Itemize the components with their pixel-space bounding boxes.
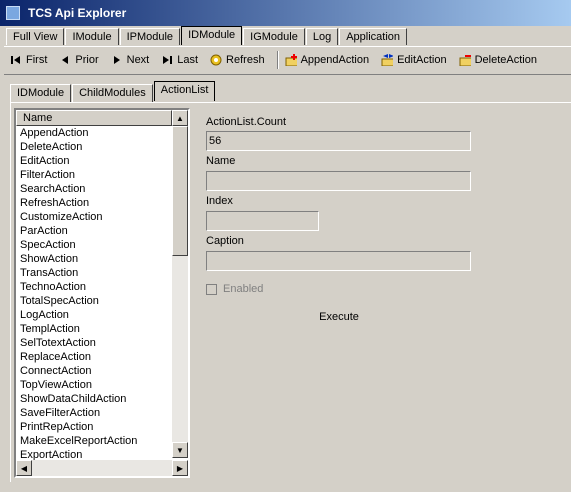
delete-folder-icon (459, 54, 471, 66)
first-button[interactable]: First (10, 54, 47, 66)
edit-folder-icon (381, 54, 394, 66)
list-item[interactable]: ReplaceAction (16, 350, 172, 364)
list-item[interactable]: TransAction (16, 266, 172, 280)
refresh-icon (210, 54, 222, 66)
tab-application[interactable]: Application (339, 28, 408, 45)
last-label: Last (177, 54, 199, 66)
first-icon (10, 54, 22, 66)
index-field[interactable] (206, 211, 319, 231)
list-item[interactable]: LogAction (16, 308, 172, 322)
last-icon (161, 54, 173, 66)
enabled-checkbox[interactable] (206, 283, 217, 295)
next-icon (111, 54, 123, 66)
list-item[interactable]: SpecAction (16, 238, 172, 252)
toolbar-separator (276, 51, 279, 69)
append-action-button[interactable]: AppendAction (285, 54, 370, 66)
index-label: Index (206, 195, 233, 207)
list-item[interactable]: SelTotextAction (16, 336, 172, 350)
subtab-actionlist[interactable]: ActionList (153, 81, 216, 101)
scroll-thumb[interactable] (172, 126, 188, 256)
scroll-right-icon[interactable]: ▶ (172, 460, 188, 476)
prior-label: Prior (75, 54, 99, 66)
list-item[interactable]: MakeExcelReportAction (16, 434, 172, 448)
last-button[interactable]: Last (161, 54, 198, 66)
tab-divider (4, 46, 571, 47)
sub-tab-strip: IDModule ChildModules ActionList (10, 81, 216, 102)
tab-imodule[interactable]: IModule (65, 28, 119, 45)
list-item[interactable]: PrintRepAction (16, 420, 172, 434)
tab-log[interactable]: Log (305, 28, 339, 45)
list-item[interactable]: ShowDataChildAction (16, 392, 172, 406)
delete-action-label: DeleteAction (474, 54, 537, 66)
edit-action-button[interactable]: EditAction (381, 54, 447, 66)
list-item[interactable]: TemplAction (16, 322, 172, 336)
tab-full-view[interactable]: Full View (6, 28, 65, 45)
delete-action-button[interactable]: DeleteAction (459, 54, 537, 66)
list-item[interactable]: DeleteAction (16, 140, 172, 154)
toolbar: First Prior Next Last Refresh AppendActi… (10, 51, 549, 69)
tab-igmodule[interactable]: IGModule (243, 28, 305, 45)
list-item[interactable]: EditAction (16, 154, 172, 168)
subtab-idmodule[interactable]: IDModule (10, 84, 72, 102)
enabled-checkbox-row[interactable]: Enabled (206, 283, 263, 295)
list-item[interactable]: SearchAction (16, 182, 172, 196)
refresh-button[interactable]: Refresh (210, 54, 265, 66)
append-action-label: AppendAction (300, 54, 370, 66)
app-icon (6, 6, 20, 20)
list-item[interactable]: CustomizeAction (16, 210, 172, 224)
subtab-childmodules[interactable]: ChildModules (72, 84, 153, 102)
caption-field[interactable] (206, 251, 471, 271)
enabled-label: Enabled (223, 283, 264, 295)
list-item[interactable]: TopViewAction (16, 378, 172, 392)
scroll-up-icon[interactable]: ▲ (172, 110, 188, 126)
top-tab-strip: Full View IModule IPModule IDModule IGMo… (6, 26, 408, 46)
count-field[interactable]: 56 (206, 131, 471, 151)
list-item[interactable]: SaveFilterAction (16, 406, 172, 420)
execute-button[interactable]: Execute (300, 311, 378, 327)
append-folder-icon (285, 54, 297, 66)
name-label: Name (206, 155, 236, 167)
toolbar-divider (4, 74, 571, 75)
first-label: First (26, 54, 48, 66)
prior-icon (59, 54, 71, 66)
name-column-header[interactable]: Name (16, 110, 172, 126)
title-bar: TCS Api Explorer (0, 0, 571, 26)
list-item[interactable]: RefreshAction (16, 196, 172, 210)
list-item[interactable]: TechnoAction (16, 280, 172, 294)
name-field[interactable] (206, 171, 471, 191)
next-label: Next (126, 54, 150, 66)
window-title: TCS Api Explorer (28, 6, 127, 20)
list-item[interactable]: ShowAction (16, 252, 172, 266)
list-item[interactable]: ConnectAction (16, 364, 172, 378)
action-list: AppendAction DeleteAction EditAction Filter… (16, 126, 172, 462)
vertical-scrollbar[interactable]: ▲ ▼ (172, 110, 188, 458)
next-button[interactable]: Next (111, 54, 150, 66)
horizontal-scrollbar[interactable]: ◀ ▶ (16, 460, 188, 476)
tab-idmodule[interactable]: IDModule (181, 26, 243, 45)
list-item[interactable]: TotalSpecAction (16, 294, 172, 308)
action-listbox[interactable]: Name AppendAction DeleteAction EditAction F… (14, 108, 190, 478)
tab-ipmodule[interactable]: IPModule (119, 28, 181, 45)
edit-action-label: EditAction (397, 54, 447, 66)
scroll-down-icon[interactable]: ▼ (172, 442, 188, 458)
refresh-label: Refresh (226, 54, 265, 66)
list-item[interactable]: AppendAction (16, 126, 172, 140)
count-label: ActionList.Count (206, 116, 287, 128)
list-item[interactable]: FilterAction (16, 168, 172, 182)
prior-button[interactable]: Prior (59, 54, 99, 66)
caption-label: Caption (206, 235, 244, 247)
scroll-left-icon[interactable]: ◀ (16, 460, 32, 476)
list-item[interactable]: ParAction (16, 224, 172, 238)
